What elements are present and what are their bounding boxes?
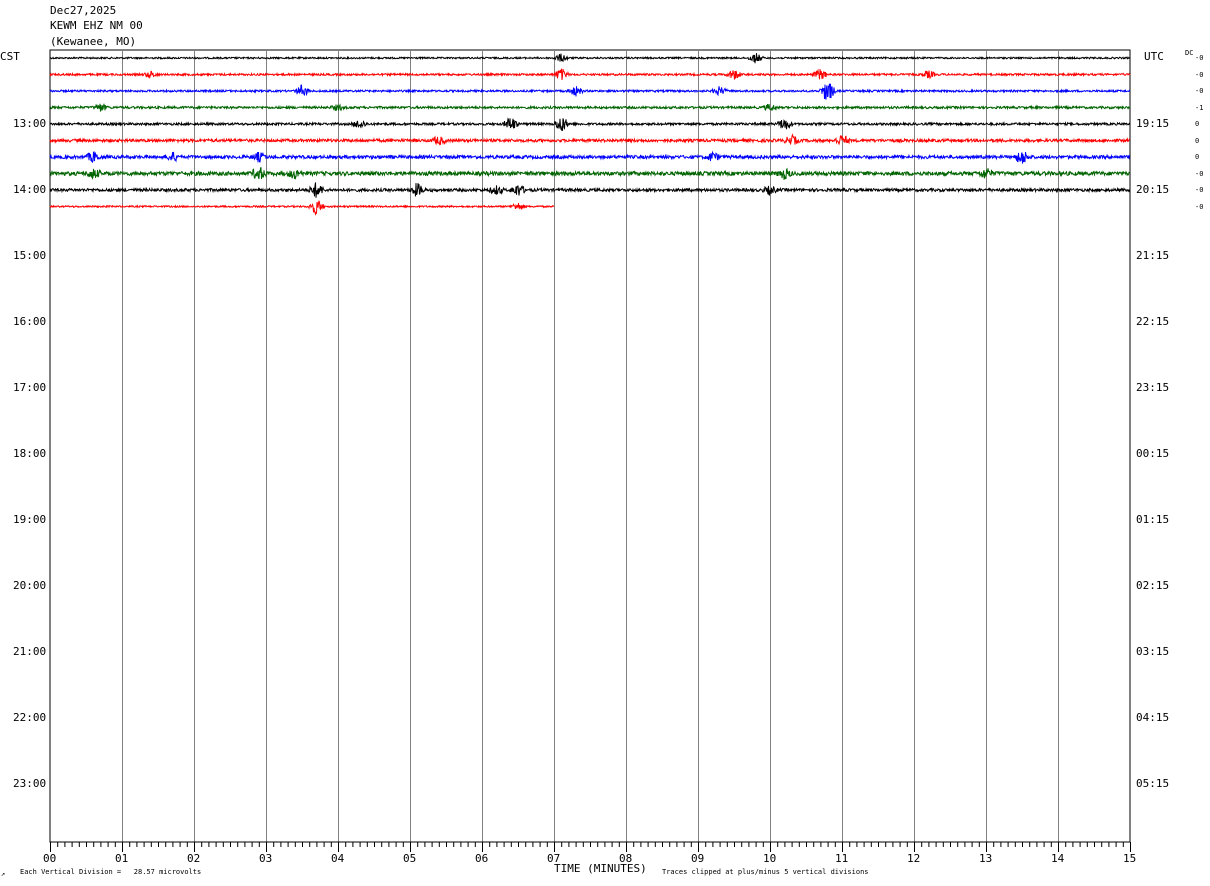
seismic-trace-line [49, 200, 555, 216]
seismic-trace-line [49, 150, 1131, 164]
seismic-trace-line [49, 102, 1131, 112]
corner-mark-icon: ↗ [1, 870, 6, 878]
plot-grid [49, 49, 1131, 843]
seismic-trace-line [49, 133, 1131, 146]
scale-note: Each Vertical Division = 28.57 microvolt… [20, 868, 202, 876]
clip-note: Traces clipped at plus/minus 5 vertical … [662, 868, 869, 876]
time-axis [50, 841, 1131, 852]
seismic-trace-line [49, 182, 1131, 198]
helicorder-plot [49, 49, 1131, 852]
seismic-trace-line [49, 167, 1131, 180]
seismic-trace-line [49, 83, 1131, 100]
seismic-trace-line [49, 53, 1131, 64]
x-axis-title: TIME (MINUTES) [554, 862, 647, 875]
seismic-traces [49, 53, 1131, 216]
seismic-trace-line [49, 117, 1131, 132]
plot-frame [49, 49, 1131, 843]
seismic-trace-line [49, 68, 1131, 80]
